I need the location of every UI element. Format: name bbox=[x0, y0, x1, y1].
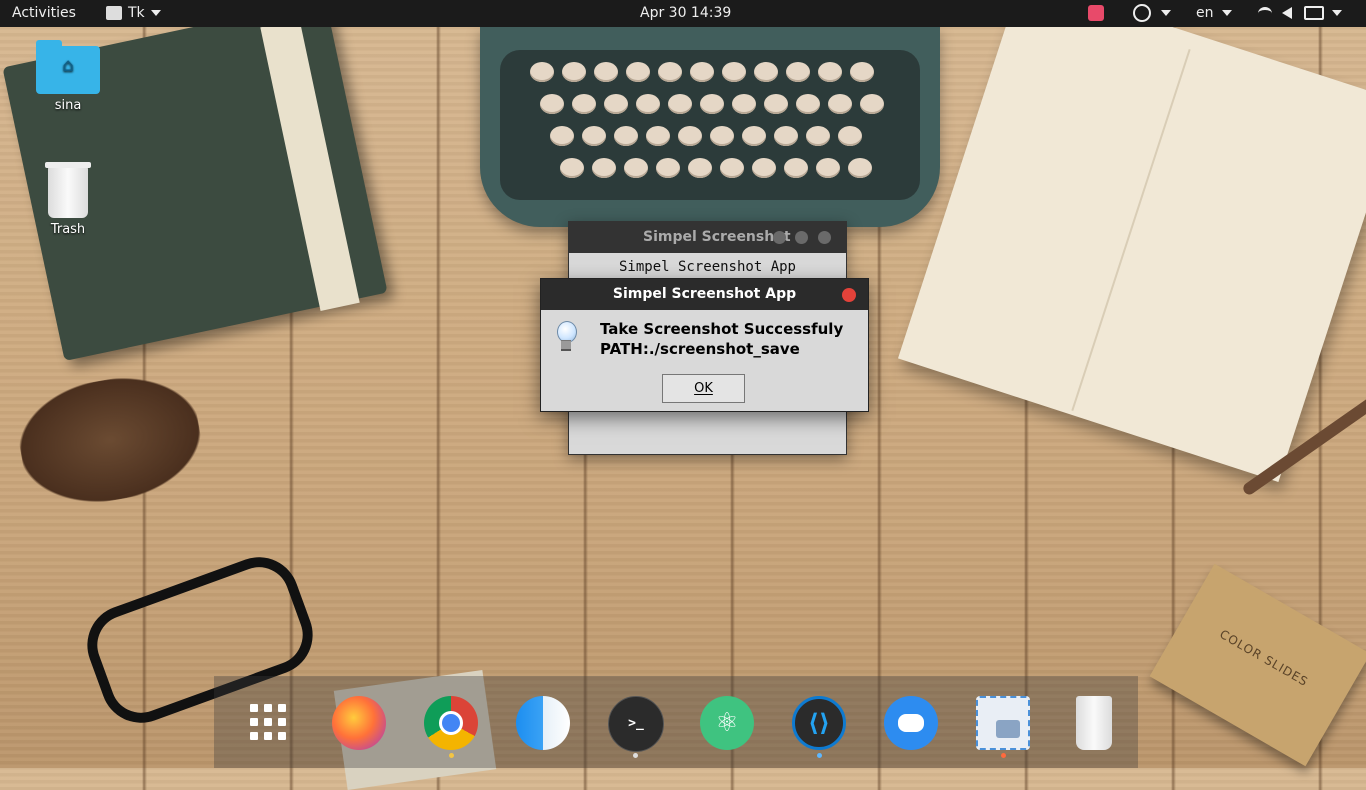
message-line: Take Screenshot Successfuly bbox=[600, 320, 844, 338]
maximize-button[interactable] bbox=[795, 231, 808, 244]
ok-label: OK bbox=[694, 381, 713, 396]
lightbulb-icon bbox=[555, 321, 577, 351]
language-menu[interactable]: en bbox=[1196, 0, 1232, 27]
color-slides-box: COLOR SLIDES bbox=[1149, 563, 1366, 767]
firefox-icon[interactable] bbox=[332, 696, 386, 750]
accessibility-menu[interactable] bbox=[1133, 0, 1171, 27]
chevron-down-icon bbox=[1221, 10, 1232, 16]
dialog-title: Simpel Screenshot App bbox=[612, 286, 797, 302]
running-indicator bbox=[1001, 753, 1006, 758]
typewriter-keys bbox=[500, 50, 920, 200]
volume-icon bbox=[1282, 7, 1292, 19]
trash-dock-icon[interactable] bbox=[1076, 696, 1112, 750]
record-indicator[interactable] bbox=[1088, 0, 1104, 27]
camera-icon bbox=[996, 720, 1020, 738]
terminal-icon[interactable]: >_ bbox=[608, 696, 664, 752]
minimize-button[interactable] bbox=[773, 231, 786, 244]
desktop-trash[interactable]: Trash bbox=[28, 162, 108, 237]
battery-icon bbox=[1304, 6, 1324, 20]
show-applications-button[interactable] bbox=[244, 696, 298, 750]
finder-icon[interactable] bbox=[516, 696, 570, 750]
home-glyph-icon: ⌂ bbox=[62, 55, 74, 76]
top-bar: Activities Tk Apr 30 14:39 en bbox=[0, 0, 1366, 27]
chevron-down-icon bbox=[1332, 10, 1342, 16]
dialog-message: Take Screenshot Successfuly PATH:./scree… bbox=[600, 319, 843, 359]
atom-icon[interactable]: ⚛ bbox=[700, 696, 754, 750]
activities-button[interactable]: Activities bbox=[12, 0, 76, 27]
app-menu-label: Tk bbox=[128, 5, 145, 21]
app-menu[interactable]: Tk bbox=[106, 0, 161, 27]
running-indicator bbox=[449, 753, 454, 758]
discord-icon[interactable] bbox=[884, 696, 938, 750]
close-button[interactable] bbox=[842, 288, 856, 302]
window-title: Simpel Screenshot bbox=[643, 229, 791, 245]
dock: >_ ⚛ ⟨⟩ bbox=[214, 676, 1138, 768]
wifi-icon bbox=[1258, 6, 1272, 20]
atom-glyph-icon: ⚛ bbox=[715, 708, 739, 738]
box-label: COLOR SLIDES bbox=[1217, 627, 1311, 690]
close-button[interactable] bbox=[818, 231, 831, 244]
language-label: en bbox=[1196, 5, 1214, 21]
desktop-icon-label: sina bbox=[54, 98, 82, 113]
screenshot-app-icon[interactable] bbox=[976, 696, 1030, 750]
message-path: PATH:./screenshot_save bbox=[600, 340, 800, 358]
pinecone-decoration bbox=[10, 365, 210, 515]
vscode-glyph-icon: ⟨⟩ bbox=[808, 709, 830, 737]
chevron-down-icon bbox=[1161, 10, 1171, 16]
desktop-folder-sina[interactable]: ⌂ sina bbox=[28, 40, 108, 113]
clock[interactable]: Apr 30 14:39 bbox=[640, 0, 731, 27]
system-menu[interactable] bbox=[1258, 0, 1342, 27]
window-heading: Simpel Screenshot App bbox=[618, 259, 796, 275]
running-indicator bbox=[817, 753, 822, 758]
message-dialog: Simpel Screenshot App Take Screenshot Su… bbox=[540, 278, 869, 412]
window-titlebar[interactable]: Simpel Screenshot bbox=[569, 222, 846, 253]
record-icon bbox=[1088, 5, 1104, 21]
vscode-icon[interactable]: ⟨⟩ bbox=[792, 696, 846, 750]
running-indicator bbox=[633, 753, 638, 758]
tk-app-icon bbox=[106, 6, 122, 20]
terminal-prompt-glyph: >_ bbox=[628, 716, 644, 731]
desktop-icon-label: Trash bbox=[50, 222, 86, 237]
folder-icon: ⌂ bbox=[36, 40, 100, 94]
dialog-titlebar[interactable]: Simpel Screenshot App bbox=[541, 279, 868, 310]
chevron-down-icon bbox=[150, 10, 161, 16]
trash-icon bbox=[45, 162, 91, 218]
ok-button[interactable]: OK bbox=[662, 374, 745, 403]
chrome-icon[interactable] bbox=[424, 696, 478, 750]
notebook-decoration bbox=[897, 0, 1366, 483]
accessibility-icon bbox=[1133, 4, 1151, 22]
discord-glyph-icon bbox=[898, 714, 924, 732]
